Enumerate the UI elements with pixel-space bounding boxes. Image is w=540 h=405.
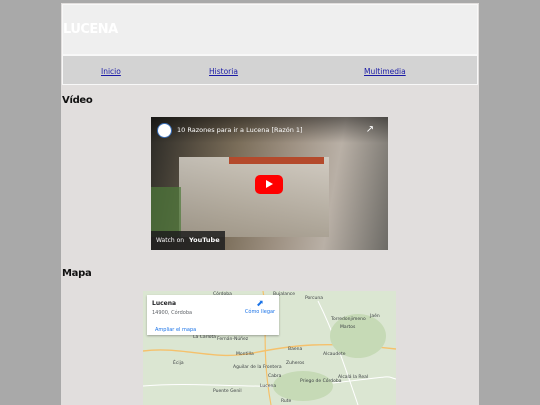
watch-on-youtube-button[interactable]: Watch on YouTube — [151, 231, 225, 250]
map-place-label: Écija — [173, 361, 184, 366]
directions-label: Cómo llegar — [244, 309, 276, 315]
enlarge-map-link[interactable]: Ampliar el mapa — [155, 327, 196, 333]
map-place-label: Alcaudete — [323, 352, 346, 357]
map-place-label: Priego de Córdoba — [300, 379, 342, 384]
map-place-name: Lucena — [152, 300, 177, 307]
site-header: LUCENA — [62, 4, 478, 55]
map-place-label: Cabra — [268, 374, 282, 379]
map-place-label: Lucena — [260, 384, 277, 389]
map-place-label: Torredonjimeno — [331, 317, 366, 322]
map-place-label: Baena — [288, 347, 303, 352]
directions-icon: ⬈ — [256, 299, 264, 309]
directions-button[interactable]: ⬈ Cómo llegar — [243, 299, 277, 315]
map-place-address: 14900, Córdoba — [152, 310, 193, 316]
video-thumbnail-sign — [179, 157, 329, 237]
map-place-card: Lucena 14900, Córdoba ⬈ Cómo llegar Ampl… — [147, 295, 279, 335]
map-place-label: Porcuna — [305, 296, 323, 301]
map-place-label: Montilla — [236, 352, 254, 357]
video-thumbnail-foliage — [151, 187, 181, 237]
share-icon[interactable]: ↗ — [363, 123, 377, 137]
map-place-label: Alcalá la Real — [338, 375, 369, 380]
watch-on-label: Watch on — [156, 237, 185, 244]
main-nav: Inicio Historia Multimedia — [62, 55, 478, 85]
video-thumbnail-stripe — [229, 157, 324, 164]
map-place-label: Jaén — [370, 314, 380, 319]
youtube-logo-icon: YouTube — [189, 236, 220, 244]
map-place-label: Martos — [340, 325, 356, 330]
map-place-label: Puente Genil — [213, 389, 242, 394]
play-button[interactable] — [255, 175, 283, 194]
map-place-label: Zuheros — [286, 361, 305, 366]
map-place-label: Rute — [281, 399, 292, 404]
map-embed[interactable]: Córdoba Bujalance Porcuna Jaén Torredonj… — [143, 291, 396, 405]
map-place-label: La Carlota — [193, 335, 216, 340]
site-title: LUCENA — [63, 22, 118, 37]
nav-link-multimedia[interactable]: Multimedia — [364, 67, 406, 76]
video-title[interactable]: 10 Razones para ir a Lucena [Razón 1] — [177, 126, 303, 134]
nav-link-historia[interactable]: Historia — [209, 67, 238, 76]
page-container: LUCENA Inicio Historia Multimedia Vídeo … — [61, 3, 479, 405]
nav-link-inicio[interactable]: Inicio — [101, 67, 121, 76]
channel-logo-icon[interactable] — [157, 123, 172, 138]
map-heading: Mapa — [62, 268, 92, 279]
map-place-label: Fernán-Núñez — [217, 337, 249, 342]
video-embed[interactable]: 10 Razones para ir a Lucena [Razón 1] ↗ … — [151, 117, 388, 250]
map-place-label: Aguilar de la Frontera — [233, 365, 282, 370]
video-heading: Vídeo — [62, 95, 93, 106]
